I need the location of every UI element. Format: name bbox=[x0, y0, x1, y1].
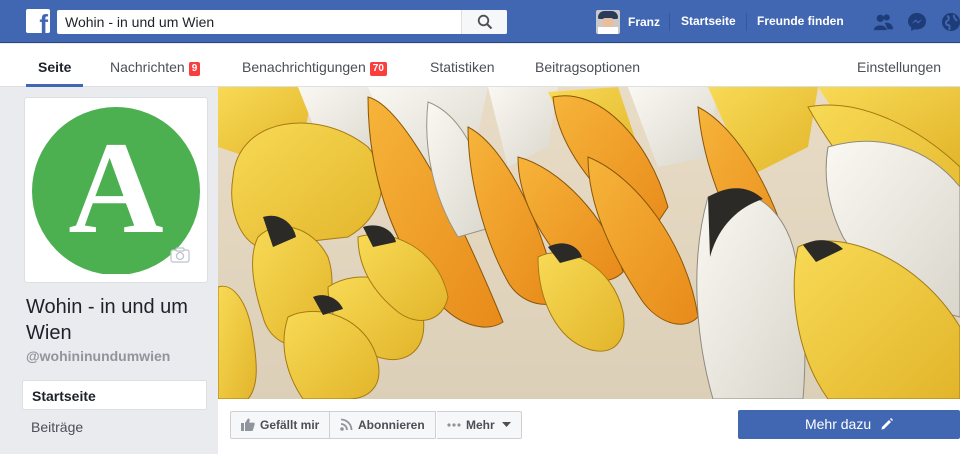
cover-photo[interactable] bbox=[218, 87, 960, 399]
follow-button-label: Abonnieren bbox=[358, 418, 425, 432]
nav-divider bbox=[669, 13, 670, 31]
more-dots-icon bbox=[447, 423, 461, 427]
notifications-globe-icon[interactable] bbox=[941, 12, 960, 32]
search-button[interactable] bbox=[461, 10, 507, 34]
tab-label: Seite bbox=[38, 59, 72, 75]
learn-more-label: Mehr dazu bbox=[804, 416, 872, 432]
facebook-logo-icon[interactable]: f bbox=[26, 9, 50, 33]
page-username[interactable]: @wohininundumwien bbox=[26, 348, 170, 364]
learn-more-button[interactable]: Mehr dazu bbox=[738, 410, 960, 439]
messenger-icon[interactable] bbox=[907, 12, 927, 32]
follow-button[interactable]: Abonnieren bbox=[330, 411, 436, 439]
thumbs-up-icon bbox=[241, 418, 255, 431]
home-link[interactable]: Startseite bbox=[681, 14, 736, 28]
search-box bbox=[57, 10, 507, 34]
friend-requests-icon[interactable] bbox=[873, 12, 893, 32]
tab-einstellungen[interactable]: Einstellungen bbox=[857, 44, 941, 87]
avatar bbox=[596, 10, 620, 34]
page-profile-picture[interactable]: A bbox=[24, 97, 208, 283]
sidebar-item-label: Startseite bbox=[32, 388, 96, 404]
cover-image bbox=[218, 87, 960, 399]
sidebar-item-label: Beiträge bbox=[31, 419, 84, 435]
find-friends-link[interactable]: Freunde finden bbox=[757, 14, 844, 28]
chevron-down-icon bbox=[502, 422, 512, 427]
page-action-bar: Gefällt mir Abonnieren Mehr Mehr dazu bbox=[218, 399, 960, 454]
more-button-label: Mehr bbox=[466, 418, 495, 432]
sidebar-item-startseite[interactable]: Startseite bbox=[22, 380, 207, 410]
page-tabs-bar: Seite Nachrichten 9 Benachrichtigungen 70 … bbox=[0, 44, 960, 87]
search-icon bbox=[477, 14, 493, 30]
messages-count-badge: 9 bbox=[188, 62, 201, 76]
logo-letter: A bbox=[68, 114, 163, 261]
nav-divider bbox=[746, 13, 747, 31]
like-button-label: Gefällt mir bbox=[260, 418, 320, 432]
user-name: Franz bbox=[628, 15, 661, 29]
tab-label: Einstellungen bbox=[857, 59, 942, 75]
tab-label: Beitragsoptionen bbox=[535, 59, 641, 75]
tab-benachrichtigungen[interactable]: Benachrichtigungen 70 bbox=[242, 44, 387, 87]
profile-link[interactable]: Franz bbox=[596, 10, 660, 34]
camera-icon[interactable] bbox=[170, 247, 190, 263]
tab-beitragsoptionen[interactable]: Beitragsoptionen bbox=[535, 44, 640, 87]
like-button[interactable]: Gefällt mir bbox=[230, 411, 331, 439]
tab-label: Statistiken bbox=[430, 59, 495, 75]
more-button[interactable]: Mehr bbox=[437, 411, 523, 439]
tab-label: Benachrichtigungen bbox=[242, 59, 366, 75]
tab-label: Nachrichten bbox=[110, 59, 185, 75]
page-title[interactable]: Wohin - in und um Wien bbox=[26, 294, 216, 346]
search-input[interactable] bbox=[57, 10, 462, 34]
tab-statistiken[interactable]: Statistiken bbox=[430, 44, 495, 87]
rss-icon bbox=[340, 418, 353, 431]
tab-seite[interactable]: Seite bbox=[26, 44, 84, 87]
top-navigation-bar: f Franz Startseite Freunde finden bbox=[0, 0, 960, 43]
sidebar-item-beitraege[interactable]: Beiträge bbox=[22, 412, 207, 442]
pencil-icon bbox=[881, 418, 894, 430]
tab-nachrichten[interactable]: Nachrichten 9 bbox=[110, 44, 201, 87]
notifications-count-badge: 70 bbox=[369, 62, 387, 76]
